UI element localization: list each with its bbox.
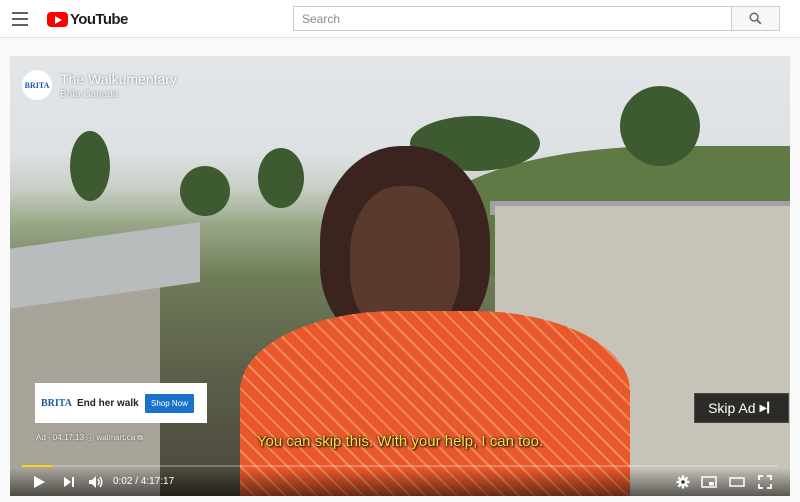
fullscreen-icon	[758, 475, 772, 489]
miniplayer-icon	[701, 476, 717, 488]
video-title[interactable]: The Walkumentary	[60, 71, 177, 87]
channel-name: Brita Canada	[60, 88, 119, 100]
ad-card[interactable]: BRITA End her walk Shop Now	[35, 383, 207, 423]
ad-card-logo: BRITA	[41, 397, 72, 409]
settings-icon	[676, 475, 690, 489]
volume-button[interactable]	[86, 473, 106, 491]
miniplayer-button[interactable]	[700, 473, 718, 491]
theater-icon	[729, 477, 745, 487]
skip-icon: ▶▎	[759, 402, 775, 414]
fullscreen-button[interactable]	[756, 473, 774, 491]
shop-now-button[interactable]: Shop Now	[145, 393, 194, 413]
ad-card-text: End her walk	[77, 397, 139, 409]
player-controls: 0:02 / 4:17:17	[10, 468, 790, 496]
ad-channel-info[interactable]: BRITA The Walkumentary Brita Canada	[22, 70, 177, 100]
next-icon	[64, 477, 74, 487]
time-display: 0:02 / 4:17:17	[113, 476, 175, 487]
top-bar: YouTube	[0, 0, 800, 38]
play-icon	[34, 476, 45, 488]
channel-avatar[interactable]: BRITA	[22, 70, 52, 100]
skip-ad-button[interactable]: Skip Ad ▶▎	[694, 393, 789, 423]
search-icon	[749, 12, 762, 25]
search-input[interactable]	[293, 6, 731, 31]
subtitle-caption: You can skip this. With your help, I can…	[256, 433, 544, 450]
search-bar	[293, 6, 780, 31]
youtube-logo[interactable]: YouTube	[47, 10, 128, 28]
play-button[interactable]	[30, 473, 48, 491]
progress-fill	[22, 465, 53, 467]
settings-button[interactable]	[674, 473, 692, 491]
search-button[interactable]	[731, 6, 780, 31]
theater-button[interactable]	[728, 473, 746, 491]
menu-icon[interactable]	[12, 12, 28, 26]
logo-text: YouTube	[70, 10, 128, 28]
progress-bar[interactable]	[22, 465, 778, 467]
skip-ad-label: Skip Ad	[708, 400, 756, 416]
video-frame	[10, 56, 790, 496]
video-player[interactable]: BRITA The Walkumentary Brita Canada BRIT…	[10, 56, 790, 496]
next-button[interactable]	[60, 473, 78, 491]
youtube-logo-icon	[47, 11, 68, 27]
volume-icon	[89, 476, 103, 488]
